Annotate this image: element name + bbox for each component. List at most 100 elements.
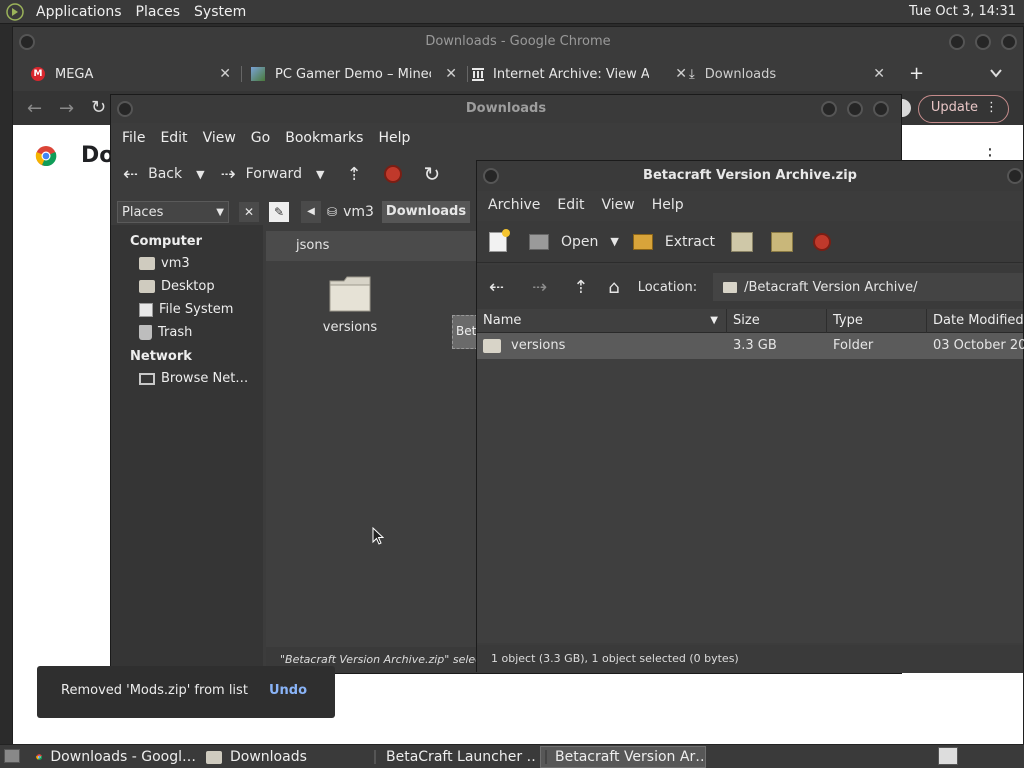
menu-go[interactable]: Go: [251, 130, 270, 146]
menu-file[interactable]: File: [122, 130, 145, 146]
column-header-name[interactable]: Name ▼: [477, 309, 727, 333]
nautilus-titlebar[interactable]: Downloads: [111, 95, 901, 123]
folder-item-jsons[interactable]: jsons: [266, 231, 476, 261]
path-left-icon[interactable]: ◀: [301, 201, 321, 223]
sidebar-item-browse-network[interactable]: Browse Net…: [139, 371, 248, 386]
minimize-button[interactable]: [949, 34, 965, 50]
maximize-button[interactable]: [847, 101, 863, 117]
back-arrow-icon[interactable]: ←: [27, 98, 42, 119]
add-folder-icon[interactable]: [771, 231, 794, 252]
download-removed-toast: Removed 'Mods.zip' from list Undo: [37, 666, 335, 718]
location-field[interactable]: /Betacraft Version Archive/: [713, 273, 1023, 301]
sidebar-item-vm3[interactable]: vm3: [139, 256, 190, 271]
tab-search-chevron-icon[interactable]: [989, 66, 1003, 80]
forward-arrow-icon[interactable]: →: [59, 98, 74, 119]
nautilus-location-bar: Places ▼ ✕ ✎ ◀ ⛁ vm3 Downloads: [111, 199, 477, 225]
path-home-button[interactable]: ⛁ vm3: [327, 204, 374, 220]
column-header-type[interactable]: Type: [827, 309, 927, 333]
menu-bookmarks[interactable]: Bookmarks: [285, 130, 363, 146]
menu-view[interactable]: View: [602, 197, 635, 213]
menu-edit[interactable]: Edit: [160, 130, 187, 146]
chrome-tab-strip: M MEGA ✕ PC Gamer Demo – Minecra ✕ Inter…: [13, 57, 1023, 91]
menu-edit[interactable]: Edit: [557, 197, 584, 213]
window-menu-button[interactable]: [117, 101, 133, 117]
task-chrome-downloads[interactable]: Downloads - Googl…: [36, 746, 196, 768]
maximize-button[interactable]: [975, 34, 991, 50]
minimize-button[interactable]: [1007, 168, 1023, 184]
tab-close-icon[interactable]: ✕: [445, 66, 457, 82]
extract-button[interactable]: Extract: [632, 233, 715, 250]
sidebar-item-label: Browse Net…: [161, 371, 249, 386]
tab-close-icon[interactable]: ✕: [219, 66, 231, 82]
gnome-foot-icon[interactable]: [6, 2, 24, 21]
new-tab-icon[interactable]: +: [909, 63, 924, 84]
archive-file-list-empty-area[interactable]: [477, 359, 1023, 643]
clock[interactable]: Tue Oct 3, 14:31: [909, 4, 1016, 19]
tab-label: PC Gamer Demo – Minecra: [275, 66, 431, 82]
places-menu[interactable]: Places: [136, 4, 181, 20]
close-button[interactable]: [1001, 34, 1017, 50]
stop-icon[interactable]: [383, 165, 402, 183]
mega-icon: M: [31, 67, 45, 81]
undo-button[interactable]: Undo: [269, 683, 307, 698]
row-date: 03 October 202: [933, 338, 1024, 353]
system-menu[interactable]: System: [194, 4, 246, 20]
home-icon[interactable]: ⌂: [608, 277, 619, 298]
column-header-date-modified[interactable]: Date Modified: [927, 309, 1024, 333]
chrome-titlebar[interactable]: Downloads - Google Chrome: [13, 27, 1023, 57]
tab-separator: [467, 66, 468, 82]
sidebar-item-trash[interactable]: Trash: [139, 325, 192, 340]
forward-button[interactable]: ⇢ Forward: [221, 164, 302, 185]
menu-help[interactable]: Help: [652, 197, 684, 213]
task-betacraft-archive[interactable]: Betacraft Version Ar…: [540, 746, 706, 768]
new-archive-icon[interactable]: [489, 228, 510, 252]
up-arrow-icon[interactable]: ⇡: [346, 164, 361, 185]
reload-icon[interactable]: ↻: [91, 97, 106, 118]
column-header-size[interactable]: Size: [727, 309, 827, 333]
close-button[interactable]: [873, 101, 889, 117]
task-nautilus-downloads[interactable]: Downloads: [206, 746, 366, 768]
menu-view[interactable]: View: [203, 130, 236, 146]
archive-titlebar[interactable]: Betacraft Version Archive.zip: [477, 161, 1023, 191]
applications-menu[interactable]: Applications: [36, 4, 122, 20]
stop-icon[interactable]: [813, 232, 832, 251]
open-button[interactable]: Open: [529, 233, 598, 250]
add-files-icon[interactable]: [731, 231, 754, 252]
edit-location-icon[interactable]: ✎: [269, 202, 289, 222]
file-item-betacraft-zip[interactable]: Bet: [452, 315, 478, 349]
open-chevron-icon[interactable]: ▼: [610, 235, 618, 248]
sidebar-item-file-system[interactable]: File System: [139, 302, 233, 317]
forward-arrow-icon: ⇢: [220, 163, 236, 185]
task-betacraft-launcher[interactable]: BetaCraft Launcher …: [374, 746, 536, 768]
window-menu-button[interactable]: [19, 34, 35, 50]
tab-mega[interactable]: M MEGA ✕: [31, 57, 237, 91]
update-button[interactable]: Update ⋮: [917, 95, 1009, 123]
forward-history-chevron-icon[interactable]: ▼: [316, 168, 324, 181]
sidebar-item-desktop[interactable]: Desktop: [139, 279, 215, 294]
close-sidebar-icon[interactable]: ✕: [239, 202, 259, 222]
window-menu-button[interactable]: [483, 168, 499, 184]
minimize-button[interactable]: [821, 101, 837, 117]
file-name: jsons: [296, 238, 330, 253]
path-current-button[interactable]: Downloads: [381, 201, 471, 223]
tab-close-icon[interactable]: ✕: [873, 66, 885, 82]
tab-internet-archive[interactable]: Internet Archive: View Arch ✕: [471, 57, 693, 91]
places-label: Places: [122, 204, 164, 220]
menu-archive[interactable]: Archive: [488, 197, 540, 213]
menu-help[interactable]: Help: [378, 130, 410, 146]
back-arrow-icon[interactable]: ⇠: [489, 277, 504, 298]
reload-icon[interactable]: ↻: [424, 162, 441, 186]
places-dropdown[interactable]: Places ▼: [117, 201, 229, 223]
kebab-menu-icon[interactable]: ⋮: [985, 96, 998, 120]
show-desktop-icon[interactable]: [4, 749, 20, 763]
workspace-switcher-icon[interactable]: [938, 747, 958, 765]
table-row[interactable]: versions 3.3 GB Folder 03 October 202: [477, 333, 1024, 359]
tab-pc-gamer[interactable]: PC Gamer Demo – Minecra ✕: [251, 57, 463, 91]
folder-item-versions[interactable]: versions: [316, 275, 384, 335]
tab-downloads[interactable]: ⤓ Downloads ✕: [689, 57, 891, 91]
back-history-chevron-icon[interactable]: ▼: [196, 168, 204, 181]
forward-arrow-icon[interactable]: ⇢: [532, 277, 547, 298]
tab-close-icon[interactable]: ✕: [675, 66, 687, 82]
up-arrow-icon[interactable]: ⇡: [573, 277, 588, 298]
back-button[interactable]: ⇠ Back: [123, 164, 182, 185]
